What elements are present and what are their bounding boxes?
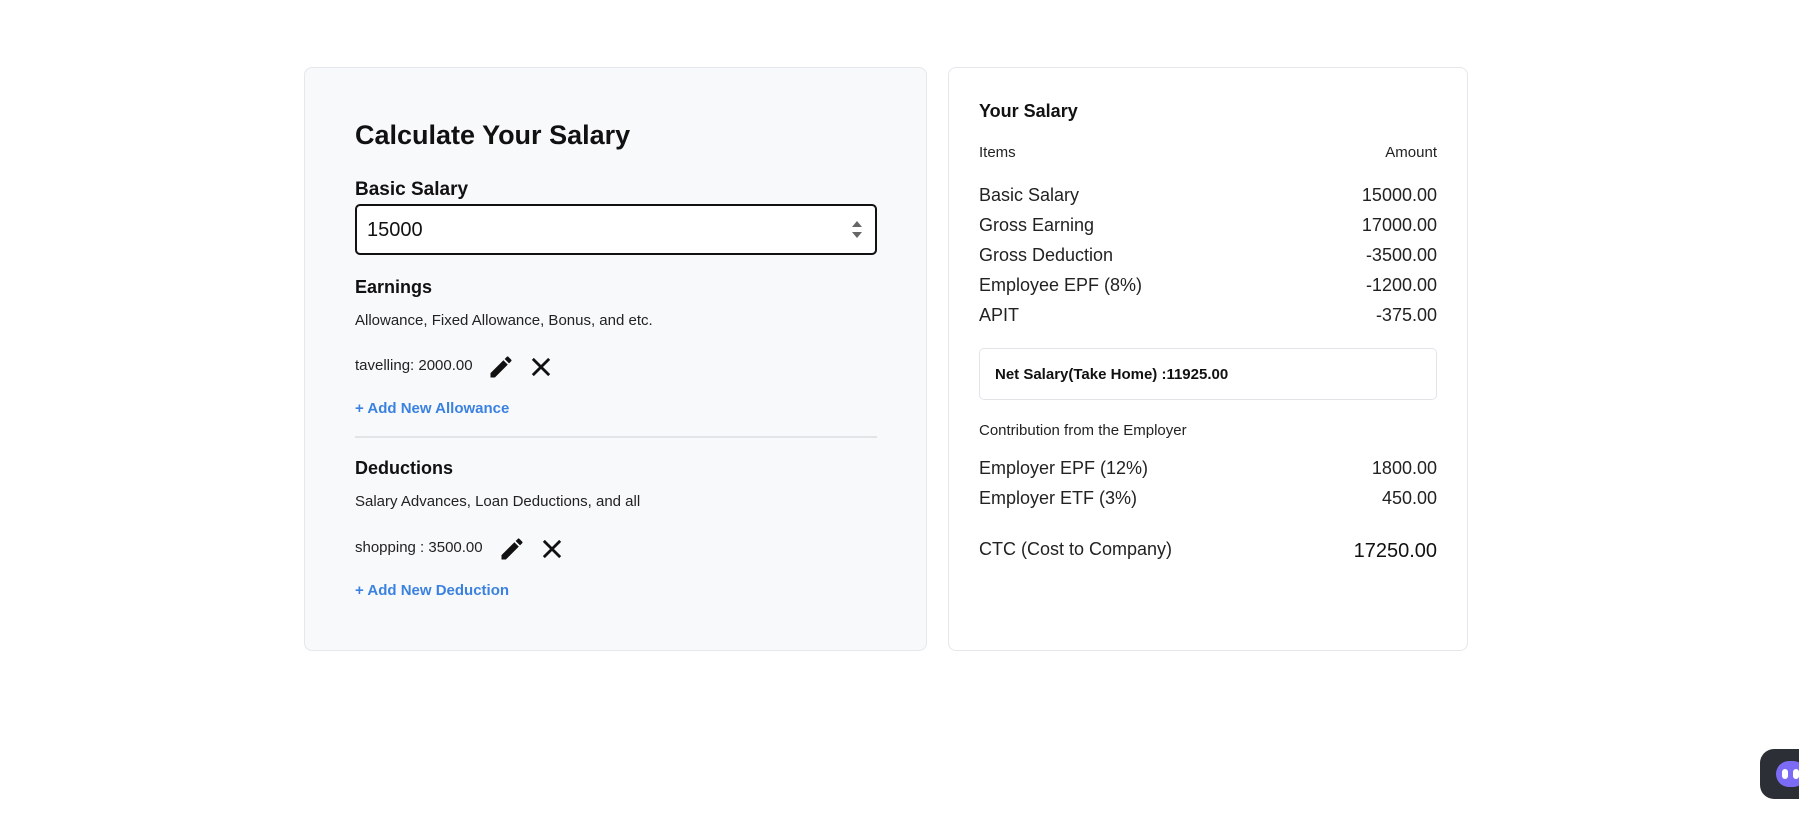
earning-item: tavelling: 2000.00	[355, 351, 755, 381]
row-gross-earning-label: Gross Earning	[979, 215, 1095, 235]
net-salary-text: Net Salary(Take Home) :11925.00	[995, 366, 1229, 383]
delete-deduction-button[interactable]	[538, 535, 566, 563]
chat-bot-icon	[1776, 761, 1799, 787]
delete-earning-button[interactable]	[527, 353, 555, 381]
row-employer-epf-value: 1800.00	[1371, 458, 1437, 478]
add-deduction-link[interactable]: + Add New Deduction	[355, 582, 509, 599]
basic-salary-input[interactable]: 15000	[355, 204, 877, 255]
edit-earning-button[interactable]	[487, 353, 515, 381]
ctc-label: CTC (Cost to Company)	[979, 539, 1173, 559]
spinner-up-icon[interactable]	[852, 221, 862, 227]
earning-item-text: tavelling: 2000.00	[355, 357, 473, 374]
row-employer-etf-value: 450.00	[1381, 488, 1437, 508]
net-salary-box: Net Salary(Take Home) :11925.00	[979, 348, 1437, 400]
row-basic-salary-value: 15000.00	[1361, 185, 1437, 205]
pencil-icon	[490, 356, 512, 378]
add-allowance-link[interactable]: + Add New Allowance	[355, 400, 509, 417]
earnings-heading: Earnings	[355, 277, 433, 297]
row-apit-label: APIT	[979, 305, 1020, 325]
row-employer-etf-label: Employer ETF (3%)	[979, 488, 1138, 508]
row-employee-epf-value: -1200.00	[1365, 275, 1437, 295]
close-icon	[531, 357, 551, 377]
deductions-description: Salary Advances, Loan Deductions, and al…	[355, 493, 641, 510]
number-spinner[interactable]	[851, 218, 863, 242]
row-employer-epf-label: Employer EPF (12%)	[979, 458, 1149, 478]
section-divider	[355, 436, 877, 438]
salary-summary-panel: Your Salary Items Amount Basic Salary 15…	[948, 67, 1468, 651]
basic-salary-value: 15000	[367, 219, 423, 241]
salary-calculator-panel: Calculate Your Salary Basic Salary 15000…	[304, 67, 927, 651]
row-employee-epf-label: Employee EPF (8%)	[979, 275, 1143, 295]
chat-widget-button[interactable]	[1760, 749, 1799, 799]
spinner-down-icon[interactable]	[852, 232, 862, 238]
earnings-description: Allowance, Fixed Allowance, Bonus, and e…	[355, 312, 653, 329]
row-basic-salary-label: Basic Salary	[979, 185, 1080, 205]
employer-contribution-heading: Contribution from the Employer	[979, 422, 1187, 439]
row-apit-value: -375.00	[1375, 305, 1437, 325]
items-column-header: Items	[979, 144, 1016, 161]
calculator-title: Calculate Your Salary	[355, 120, 631, 150]
row-gross-deduction-label: Gross Deduction	[979, 245, 1114, 265]
deduction-item-text: shopping : 3500.00	[355, 539, 483, 556]
deduction-item: shopping : 3500.00	[355, 533, 755, 563]
row-gross-earning-value: 17000.00	[1361, 215, 1437, 235]
deductions-heading: Deductions	[355, 458, 454, 478]
row-gross-deduction-value: -3500.00	[1365, 245, 1437, 265]
close-icon	[542, 539, 562, 559]
summary-title: Your Salary	[979, 101, 1078, 121]
pencil-icon	[501, 538, 523, 560]
basic-salary-label: Basic Salary	[355, 179, 469, 200]
edit-deduction-button[interactable]	[498, 535, 526, 563]
amount-column-header: Amount	[1385, 144, 1437, 161]
ctc-value: 17250.00	[1353, 540, 1437, 562]
